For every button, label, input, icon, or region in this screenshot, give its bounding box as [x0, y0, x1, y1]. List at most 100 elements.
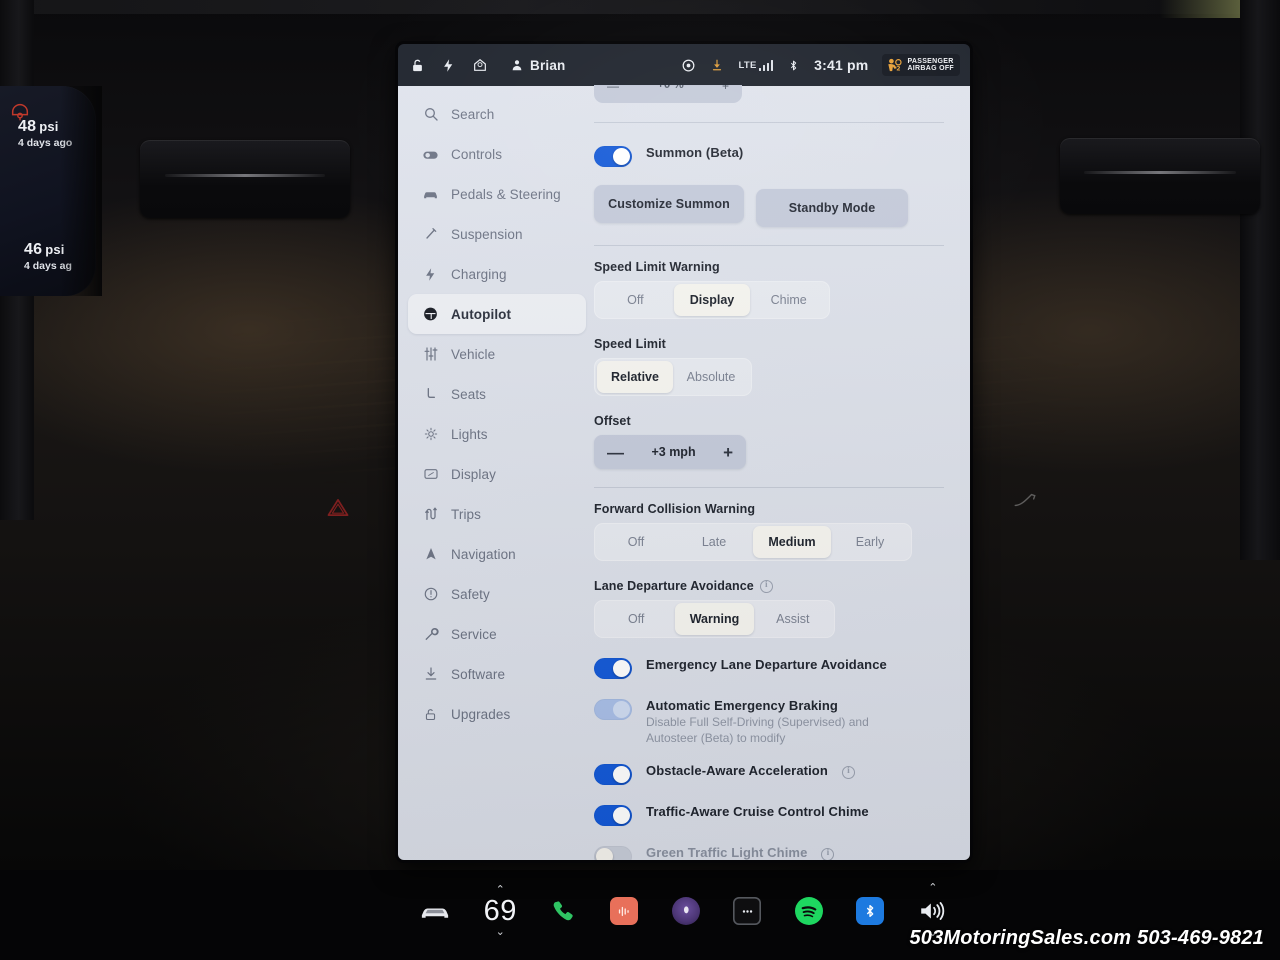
summon-toggle[interactable]	[594, 146, 632, 167]
phone-button[interactable]	[550, 898, 576, 924]
offset-decrease-button[interactable]: —	[607, 444, 624, 461]
dashcam-icon[interactable]	[681, 58, 696, 73]
forward-collision-warning-title: Forward Collision Warning	[594, 502, 756, 516]
segment-option-off[interactable]: Off	[597, 526, 675, 558]
segment-option-chime[interactable]: Chime	[750, 284, 827, 316]
lane-departure-avoidance-segment[interactable]: Off Warning Assist	[594, 600, 835, 638]
info-icon[interactable]: i	[759, 579, 773, 593]
home-icon[interactable]	[472, 57, 488, 73]
sidebar-item-trips[interactable]: Trips	[408, 494, 586, 534]
obstacle-aware-acceleration-toggle[interactable]	[594, 763, 632, 785]
summon-toggle-row[interactable]: Summon (Beta)	[594, 145, 944, 167]
media-icon	[618, 906, 629, 916]
chevron-up-icon[interactable]: ⌃	[928, 883, 937, 894]
spotify-icon	[795, 898, 822, 924]
sidebar-item-seats[interactable]: Seats	[408, 374, 586, 414]
green-traffic-light-chime-row[interactable]: Green Traffic Light Chime i	[594, 845, 944, 860]
stepper-minus[interactable]: —	[607, 85, 619, 93]
segment-option-medium[interactable]: Medium	[753, 526, 831, 558]
sidebar-item-navigation[interactable]: Navigation	[408, 534, 586, 574]
svg-text:2: 2	[897, 65, 901, 72]
dealer-watermark: 503MotoringSales.com 503-469-9821	[909, 927, 1264, 949]
sidebar-item-upgrades[interactable]: Upgrades	[408, 694, 586, 734]
sidebar-label: Service	[451, 626, 497, 642]
emergency-lane-departure-row[interactable]: Emergency Lane Departure Avoidance	[594, 657, 944, 679]
camera-button[interactable]	[671, 897, 700, 925]
sidebar-item-charging[interactable]: Charging	[408, 254, 586, 294]
sidebar-item-service[interactable]: Service	[408, 614, 586, 654]
sidebar-item-safety[interactable]: Safety	[408, 574, 586, 614]
chevron-down-icon[interactable]: ⌄	[496, 926, 505, 938]
media-button[interactable]	[610, 897, 638, 925]
emergency-lane-departure-toggle[interactable]	[594, 658, 632, 679]
offset-value: +3 mph	[651, 445, 696, 459]
cluster-shadow	[60, 86, 102, 296]
segment-option-relative[interactable]: Relative	[597, 361, 673, 393]
bluetooth-button[interactable]	[856, 897, 885, 925]
status-bar: Brian LTE 3:41 pm 2 PASSENGER AIRBAG OFF	[398, 44, 970, 86]
offset-title: Offset	[594, 414, 631, 428]
automatic-emergency-braking-sub: Disable Full Self-Driving (Supervised) a…	[646, 715, 869, 745]
segment-option-display[interactable]: Display	[673, 284, 751, 316]
segment-option-late[interactable]: Late	[675, 526, 753, 558]
info-icon[interactable]: i	[821, 847, 835, 860]
bottom-app-bar: ⌃ 69 ⌄ ⌃ ⌄	[398, 868, 970, 954]
sidebar-item-software[interactable]: Software	[408, 654, 586, 694]
car-icon	[422, 186, 439, 203]
standby-mode-button[interactable]: Standby Mode	[756, 189, 908, 227]
network-label: LTE	[738, 59, 757, 71]
sidebar-item-autopilot[interactable]: Autopilot	[408, 294, 586, 334]
sidebar-label: Autopilot	[451, 306, 512, 322]
obstacle-aware-acceleration-label: Obstacle-Aware Acceleration	[646, 762, 828, 778]
segment-option-assist[interactable]: Assist	[754, 603, 832, 635]
lane-departure-avoidance-title-row: Lane Departure Avoidance i	[594, 579, 944, 593]
speed-limit-warning-segment[interactable]: Off Display Chime	[594, 281, 830, 319]
passenger-airbag-off-indicator: 2 PASSENGER AIRBAG OFF	[882, 54, 960, 76]
sidebar-item-search[interactable]: Search	[408, 94, 586, 134]
green-traffic-light-chime-toggle[interactable]	[594, 845, 632, 860]
summon-label: Summon (Beta)	[646, 145, 744, 160]
sidebar-item-suspension[interactable]: Suspension	[408, 214, 586, 254]
wrench-icon	[422, 626, 439, 643]
driver-profile[interactable]: Brian	[510, 58, 566, 73]
segment-option-absolute[interactable]: Absolute	[673, 361, 749, 393]
car-button[interactable]	[420, 903, 450, 920]
traffic-aware-cruise-chime-row[interactable]: Traffic-Aware Cruise Control Chime	[594, 804, 944, 826]
sidebar-item-vehicle[interactable]: Vehicle	[408, 334, 586, 374]
segment-option-off[interactable]: Off	[597, 284, 674, 316]
climate-temperature-control[interactable]: ⌃ 69 ⌄	[484, 884, 517, 938]
offset-increase-button[interactable]: +	[723, 444, 733, 461]
bolt-icon	[422, 266, 439, 283]
segment-option-off[interactable]: Off	[597, 603, 675, 635]
chevron-up-icon[interactable]: ⌃	[496, 884, 505, 896]
center-touchscreen[interactable]: Brian LTE 3:41 pm 2 PASSENGER AIRBAG OFF…	[398, 44, 970, 860]
speed-limit-segment[interactable]: Relative Absolute	[594, 358, 752, 396]
traffic-aware-cruise-chime-toggle[interactable]	[594, 804, 632, 826]
more-apps-button[interactable]	[733, 897, 762, 925]
sidebar-item-display[interactable]: Display	[408, 454, 586, 494]
forward-collision-warning-segment[interactable]: Off Late Medium Early	[594, 523, 912, 561]
sidebar-item-controls[interactable]: Controls	[408, 134, 586, 174]
car-interior-scene: 48 psi 4 days ago 46 psi 4 days ag Brian…	[0, 0, 1280, 960]
spotify-button[interactable]	[794, 897, 823, 925]
sidebar-item-lights[interactable]: Lights	[408, 414, 586, 454]
stepper-plus[interactable]: +	[722, 85, 729, 93]
volume-icon	[921, 902, 945, 920]
info-icon[interactable]: i	[841, 765, 855, 779]
seat-icon	[422, 386, 439, 403]
sidebar-item-pedals-steering[interactable]: Pedals & Steering	[408, 174, 586, 214]
download-icon[interactable]	[710, 58, 724, 72]
segment-option-early[interactable]: Early	[831, 526, 909, 558]
toggle-icon	[422, 146, 439, 163]
lock-icon[interactable]	[410, 58, 425, 73]
speed-limit-title: Speed Limit	[594, 337, 666, 351]
obstacle-aware-acceleration-row[interactable]: Obstacle-Aware Acceleration i	[594, 763, 944, 785]
hazard-lights-button[interactable]	[326, 497, 350, 518]
hood-release-icon	[1012, 487, 1038, 513]
offset-stepper[interactable]: — +3 mph +	[594, 435, 746, 469]
bluetooth-icon[interactable]	[787, 58, 800, 73]
scrolled-stepper-partial[interactable]: — +0 % +	[594, 85, 742, 103]
charging-bolt-icon[interactable]	[441, 58, 456, 73]
segment-option-warning[interactable]: Warning	[675, 603, 754, 635]
customize-summon-button[interactable]: Customize Summon	[594, 185, 744, 223]
